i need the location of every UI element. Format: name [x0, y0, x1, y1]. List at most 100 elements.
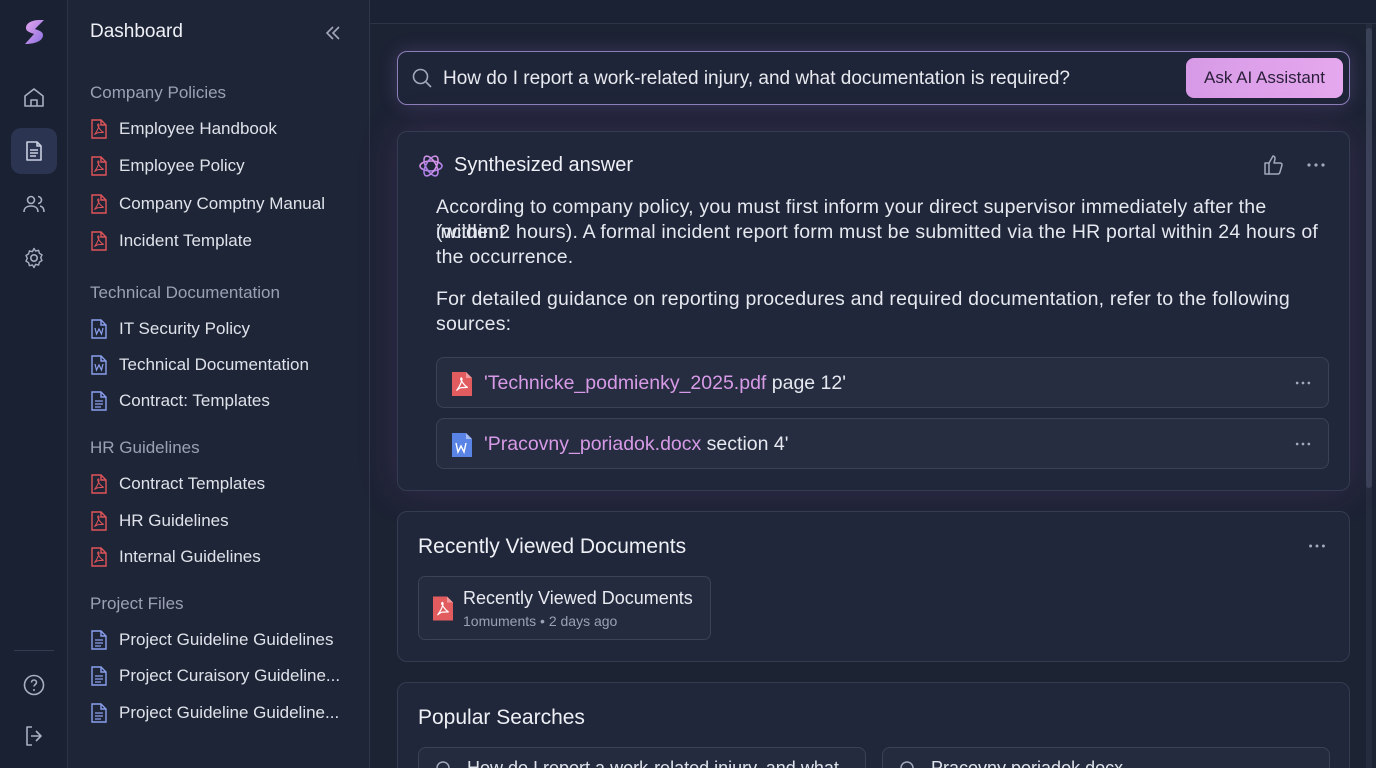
sidebar-item-it-security-policy[interactable]: IT Security Policy [90, 316, 346, 342]
document-file-icon [90, 703, 108, 723]
logout-icon [26, 726, 42, 746]
pdf-file-icon [452, 372, 472, 396]
document-file-icon [90, 391, 108, 411]
more-options-icon[interactable] [1293, 436, 1313, 452]
pdf-file-icon [90, 231, 108, 251]
collapse-sidebar-icon[interactable] [322, 22, 344, 44]
sidebar-item-label: Contract Templates [119, 474, 266, 493]
search-icon [412, 68, 432, 88]
sidebar-item-hr-guidelines[interactable]: HR Guidelines [90, 508, 346, 534]
sidebar-item-label: Technical Documentation [119, 355, 309, 374]
source-link[interactable]: 'Pracovny_poriadok.docx [484, 433, 701, 455]
more-options-icon[interactable] [1293, 375, 1313, 391]
popular-searches-title: Popular Searches [418, 706, 585, 729]
sidebar-item-label: HR Guidelines [119, 511, 229, 530]
sidebar-item-project-guideline-3[interactable]: Project Guideline Guideline... [90, 700, 346, 726]
scrollbar-thumb[interactable] [1366, 28, 1372, 488]
document-icon [26, 141, 42, 161]
answer-line-2: (within 2 hours). A formal incident repo… [436, 221, 1319, 243]
document-file-icon [90, 666, 108, 686]
popular-search-item[interactable]: How do I report a work-related injury, a… [418, 747, 866, 768]
source-item[interactable]: 'Technicke_podmienky_2025.pdf page 12' [436, 357, 1329, 408]
word-file-icon [90, 355, 108, 375]
ask-ai-assistant-button[interactable]: Ask AI Assistant [1186, 58, 1343, 98]
sidebar-item-label: Employee Policy [119, 156, 245, 175]
sidebar-section-hr-guidelines: HR Guidelines [90, 438, 200, 457]
answer-line-5: sources: [436, 313, 512, 335]
popular-search-label: Pracovny poriadok.docx [931, 758, 1124, 768]
sidebar-section-project-files: Project Files [90, 594, 184, 613]
icon-rail [0, 0, 68, 768]
rail-settings-button[interactable] [11, 235, 57, 281]
sidebar-item-employee-handbook[interactable]: Employee Handbook [90, 116, 346, 142]
sidebar-item-project-guideline-2[interactable]: Project Curaisory Guideline... [90, 663, 346, 689]
sidebar-item-contract-templates-pdf[interactable]: Contract Templates [90, 471, 346, 497]
source-location: page 12' [766, 372, 846, 394]
rail-help-button[interactable] [11, 662, 57, 708]
source-link[interactable]: 'Technicke_podmienky_2025.pdf [484, 372, 766, 394]
more-options-icon[interactable] [1306, 538, 1328, 554]
sidebar-item-project-guideline-1[interactable]: Project Guideline Guidelines [90, 627, 346, 653]
sidebar-item-label: Project Curaisory Guideline... [119, 666, 341, 685]
home-icon [24, 88, 44, 107]
recent-document-name: Recently Viewed Documents [463, 588, 693, 608]
popular-searches-card: Popular Searches How do I report a work-… [397, 682, 1350, 768]
more-options-icon[interactable] [1304, 156, 1328, 174]
popular-search-item[interactable]: Pracovny poriadok.docx [882, 747, 1330, 768]
users-icon [23, 195, 45, 213]
search-icon [900, 761, 914, 768]
pdf-file-icon [90, 474, 108, 494]
app-logo-icon[interactable] [18, 16, 50, 48]
word-file-icon [452, 433, 472, 457]
pdf-file-icon [90, 119, 108, 139]
ai-sparkle-icon [419, 155, 443, 177]
sidebar-item-incident-template[interactable]: Incident Template [90, 228, 346, 254]
document-file-icon [90, 630, 108, 650]
recent-document-tile[interactable]: Recently Viewed Documents 1omuments • 2 … [418, 576, 711, 640]
sidebar-section-technical-documentation: Technical Documentation [90, 283, 280, 302]
rail-users-button[interactable] [11, 181, 57, 227]
rail-divider [14, 650, 54, 651]
answer-title: Synthesized answer [454, 154, 633, 176]
pdf-file-icon [90, 547, 108, 567]
sidebar-item-label: Internal Guidelines [119, 547, 261, 566]
word-file-icon [90, 319, 108, 339]
synthesized-answer-card: Synthesized answer According to company … [397, 131, 1350, 491]
sidebar-title: Dashboard [90, 21, 183, 42]
search-icon [436, 761, 450, 768]
sidebar-item-label: IT Security Policy [119, 319, 251, 338]
thumbs-up-icon[interactable] [1262, 154, 1284, 176]
rail-home-button[interactable] [11, 74, 57, 120]
sidebar-item-label: Project Guideline Guidelines [119, 630, 334, 649]
rail-logout-button[interactable] [11, 713, 57, 759]
pdf-file-icon [433, 596, 453, 621]
recently-viewed-card: Recently Viewed Documents Recently Viewe… [397, 511, 1350, 662]
sidebar-item-employee-policy[interactable]: Employee Policy [90, 153, 346, 179]
pdf-file-icon [90, 511, 108, 531]
sidebar-item-label: Project Guideline Guideline... [119, 703, 340, 722]
popular-search-label: How do I report a work-related injury, a… [467, 758, 839, 768]
help-icon [23, 674, 45, 696]
sidebar-section-company-policies: Company Policies [90, 83, 227, 102]
sidebar-item-internal-guidelines[interactable]: Internal Guidelines [90, 544, 346, 570]
source-location: section 4' [701, 433, 789, 455]
answer-line-4: For detailed guidance on reporting proce… [436, 288, 1290, 310]
sidebar-item-label: Contract: Templates [119, 391, 270, 410]
search-bar: Ask AI Assistant [397, 51, 1350, 105]
source-item[interactable]: 'Pracovny_poriadok.docx section 4' [436, 418, 1329, 469]
sidebar-item-label: Incident Template [119, 231, 252, 250]
sidebar-item-label: Employee Handbook [119, 119, 277, 138]
sidebar-item-technical-documentation[interactable]: Technical Documentation [90, 352, 346, 378]
sidebar-item-company-manual[interactable]: Company Comptny Manual [90, 191, 346, 217]
answer-line-3: the occurrence. [436, 246, 574, 268]
recent-document-meta: 1omuments • 2 days ago [463, 613, 618, 629]
rail-documents-button[interactable] [11, 128, 57, 174]
main-scrollbar[interactable] [1366, 24, 1372, 768]
search-input[interactable] [443, 66, 1183, 92]
pdf-file-icon [90, 194, 108, 214]
pdf-file-icon [90, 156, 108, 176]
sidebar-item-contract-templates[interactable]: Contract: Templates [90, 388, 346, 414]
sidebar: Dashboard Company Policies Employee Hand… [68, 0, 370, 768]
recently-viewed-title: Recently Viewed Documents [418, 535, 687, 558]
sidebar-item-label: Company Comptny Manual [119, 194, 325, 213]
